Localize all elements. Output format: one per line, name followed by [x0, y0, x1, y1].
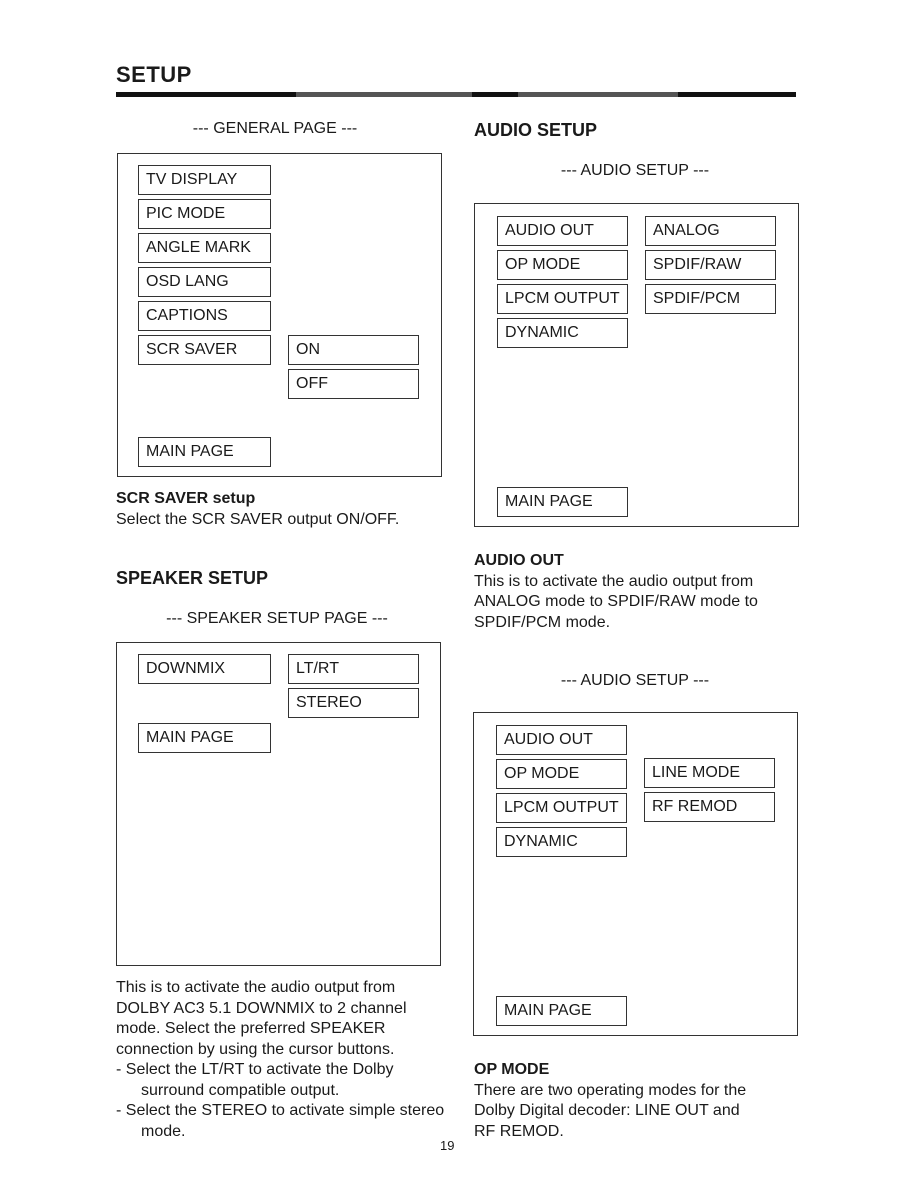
desc-line: This is to activate the audio output fro… — [474, 572, 754, 590]
menu-pic-mode[interactable]: PIC MODE — [138, 199, 271, 229]
desc-line: This is to activate the audio output fro… — [116, 979, 396, 996]
audio-setup-heading: AUDIO SETUP — [474, 120, 598, 140]
speaker-setup-heading: SPEAKER SETUP — [116, 568, 269, 588]
option-lt-rt[interactable]: LT/RT — [288, 654, 419, 684]
menu-op-mode[interactable]: OP MODE — [497, 250, 628, 280]
desc-line: Dolby Digital decoder: LINE OUT and — [474, 1102, 740, 1119]
main-page-button[interactable]: MAIN PAGE — [138, 723, 271, 753]
bullet-lt-rt: - Select the LT/RT to activate the Dolby… — [116, 1061, 394, 1099]
menu-dynamic[interactable]: DYNAMIC — [497, 318, 628, 348]
menu-audio-out[interactable]: AUDIO OUT — [496, 725, 627, 755]
option-spdif-raw[interactable]: SPDIF/RAW — [645, 250, 776, 280]
op-mode-desc-title: OP MODE — [474, 1061, 550, 1078]
desc-line: connection by using the cursor buttons. — [116, 1040, 395, 1058]
scr-saver-desc-title: SCR SAVER setup — [116, 490, 256, 507]
speaker-page-panel: DOWNMIX LT/RT STEREO MAIN PAGE — [116, 642, 441, 966]
menu-op-mode[interactable]: OP MODE — [496, 759, 627, 789]
page-number: 19 — [440, 1138, 455, 1153]
audio-setup-panel-2: AUDIO OUT OP MODE LPCM OUTPUT DYNAMIC LI… — [473, 712, 798, 1036]
option-rf-remod[interactable]: RF REMOD — [644, 792, 775, 822]
desc-line: RF REMOD. — [474, 1122, 564, 1140]
desc-line: There are two operating modes for the — [474, 1081, 747, 1099]
speaker-page-caption: --- SPEAKER SETUP PAGE --- — [166, 610, 388, 627]
page-title: SETUP — [116, 62, 192, 87]
bullet-stereo: - Select the STEREO to activate simple s… — [116, 1102, 445, 1140]
option-analog[interactable]: ANALOG — [645, 216, 776, 246]
main-page-button[interactable]: MAIN PAGE — [496, 996, 627, 1026]
audio-setup-caption-1: --- AUDIO SETUP --- — [560, 162, 710, 179]
option-stereo[interactable]: STEREO — [288, 688, 419, 718]
menu-downmix[interactable]: DOWNMIX — [138, 654, 271, 684]
audio-setup-panel-1: AUDIO OUT OP MODE LPCM OUTPUT DYNAMIC AN… — [474, 203, 799, 527]
general-page-caption: --- GENERAL PAGE --- — [192, 120, 358, 137]
audio-out-description: AUDIO OUT This is to activate the audio … — [474, 551, 809, 633]
audio-setup-caption-2: --- AUDIO SETUP --- — [560, 672, 710, 689]
audio-out-desc-title: AUDIO OUT — [474, 552, 564, 569]
menu-lpcm-output[interactable]: LPCM OUTPUT — [497, 284, 628, 314]
desc-line: SPDIF/PCM mode. — [474, 613, 611, 631]
scr-saver-desc-text: Select the SCR SAVER output ON/OFF. — [116, 510, 400, 528]
menu-audio-out[interactable]: AUDIO OUT — [497, 216, 628, 246]
option-spdif-pcm[interactable]: SPDIF/PCM — [645, 284, 776, 314]
menu-captions[interactable]: CAPTIONS — [138, 301, 271, 331]
menu-angle-mark[interactable]: ANGLE MARK — [138, 233, 271, 263]
scr-saver-description: SCR SAVER setup Select the SCR SAVER out… — [116, 489, 446, 530]
op-mode-description: OP MODE There are two operating modes fo… — [474, 1060, 809, 1142]
main-page-button[interactable]: MAIN PAGE — [138, 437, 271, 467]
desc-line: DOLBY AC3 5.1 DOWNMIX to 2 channel — [116, 999, 407, 1017]
main-page-button[interactable]: MAIN PAGE — [497, 487, 628, 517]
menu-lpcm-output[interactable]: LPCM OUTPUT — [496, 793, 627, 823]
menu-scr-saver[interactable]: SCR SAVER — [138, 335, 271, 365]
general-page-panel: TV DISPLAY PIC MODE ANGLE MARK OSD LANG … — [117, 153, 442, 477]
option-on[interactable]: ON — [288, 335, 419, 365]
title-rule — [116, 92, 796, 97]
desc-line: ANALOG mode to SPDIF/RAW mode to — [474, 593, 758, 610]
option-line-mode[interactable]: LINE MODE — [644, 758, 775, 788]
menu-osd-lang[interactable]: OSD LANG — [138, 267, 271, 297]
desc-line: mode. Select the preferred SPEAKER — [116, 1020, 386, 1037]
menu-dynamic[interactable]: DYNAMIC — [496, 827, 627, 857]
menu-tv-display[interactable]: TV DISPLAY — [138, 165, 271, 195]
speaker-description: This is to activate the audio output fro… — [116, 978, 446, 1142]
option-off[interactable]: OFF — [288, 369, 419, 399]
